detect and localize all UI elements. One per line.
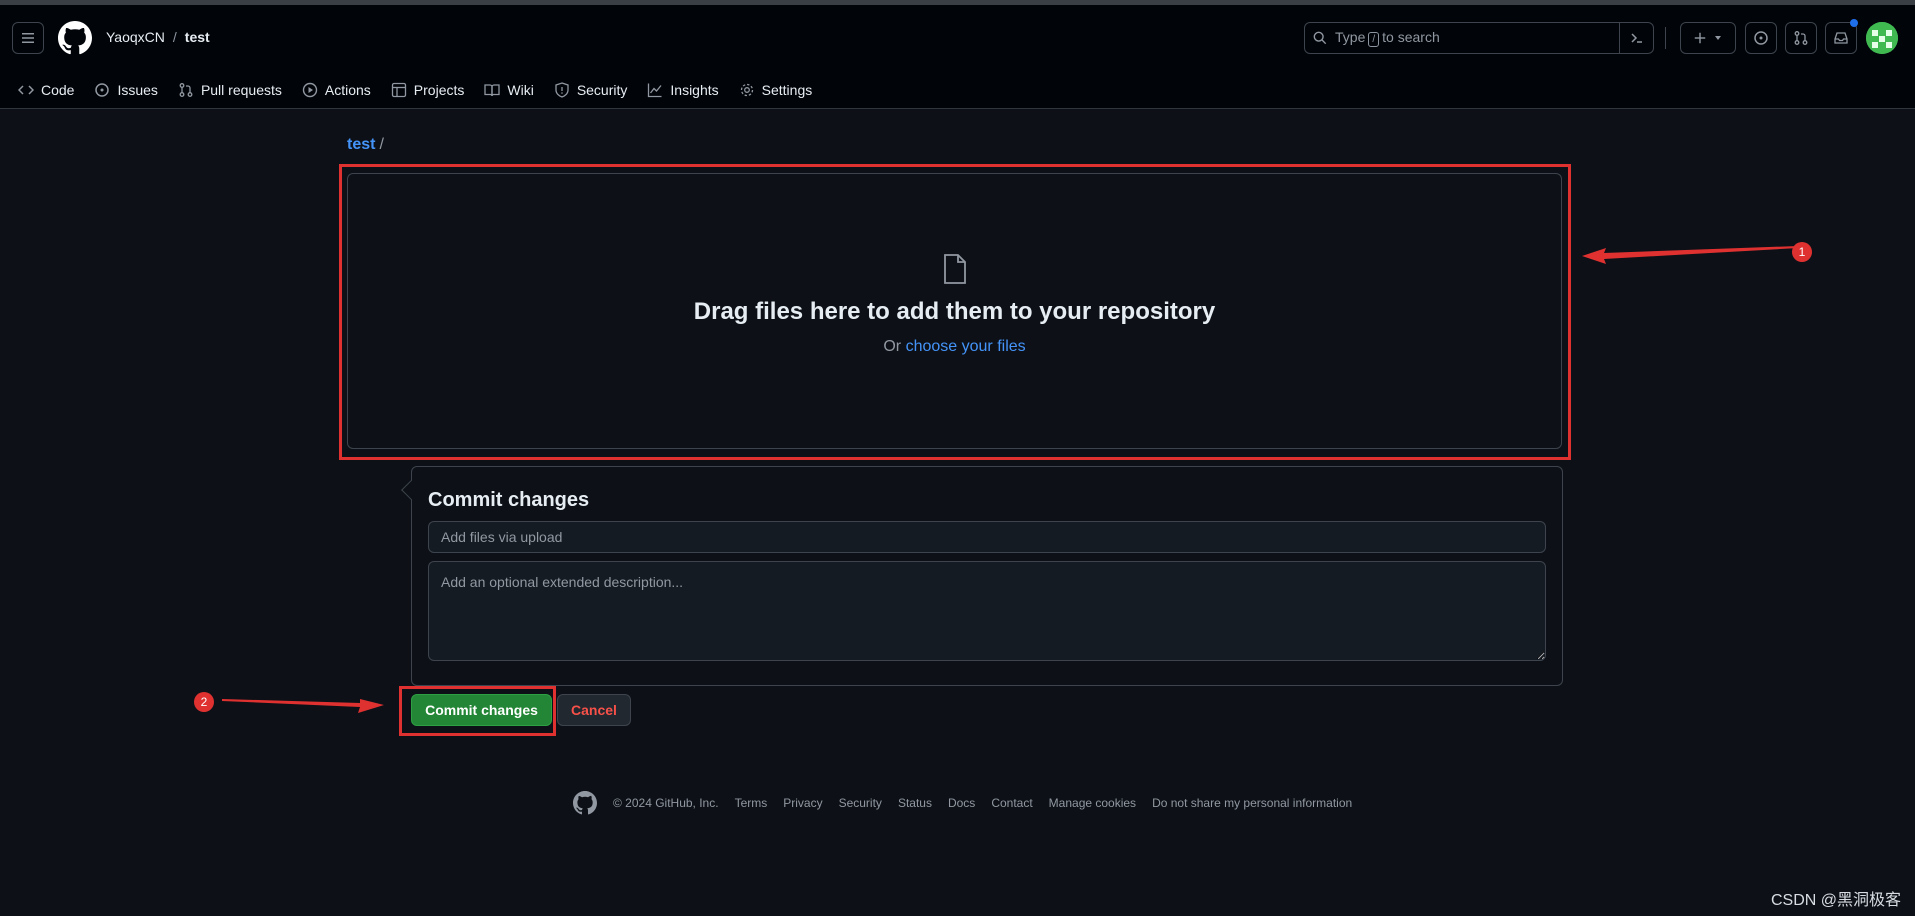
breadcrumb: test / xyxy=(347,136,384,154)
footer-copyright: © 2024 GitHub, Inc. xyxy=(613,796,719,810)
footer-link-docs[interactable]: Docs xyxy=(948,796,975,810)
hamburger-icon xyxy=(22,33,34,43)
search-icon xyxy=(1313,31,1327,45)
gear-icon xyxy=(740,83,753,97)
commit-panel: Commit changes xyxy=(401,466,1563,686)
tab-insights[interactable]: Insights xyxy=(637,75,728,105)
footer-links: Terms Privacy Security Status Docs Conta… xyxy=(735,796,1353,810)
avatar[interactable] xyxy=(1866,22,1898,54)
repo-nav: Code Issues Pull requests Actions Projec… xyxy=(16,75,822,105)
repo-link[interactable]: test xyxy=(185,29,210,45)
menu-button[interactable] xyxy=(12,22,44,54)
tab-wiki[interactable]: Wiki xyxy=(474,75,543,105)
issues-button[interactable] xyxy=(1745,22,1777,54)
inbox-icon xyxy=(1834,32,1848,44)
tab-label: Projects xyxy=(413,82,465,98)
book-icon xyxy=(484,84,501,97)
tab-label: Wiki xyxy=(507,82,534,98)
tab-actions[interactable]: Actions xyxy=(292,75,381,105)
github-logo-icon[interactable] xyxy=(58,21,92,55)
tab-label: Pull requests xyxy=(200,82,282,98)
commit-heading: Commit changes xyxy=(428,489,590,511)
tab-pull-requests[interactable]: Pull requests xyxy=(168,75,292,105)
tab-projects[interactable]: Projects xyxy=(381,75,475,105)
github-footer-logo-icon[interactable] xyxy=(573,791,597,815)
annotation-highlight-dropzone xyxy=(339,164,1571,460)
context-separator: / xyxy=(172,29,177,45)
tab-settings[interactable]: Settings xyxy=(729,75,823,105)
tab-code[interactable]: Code xyxy=(16,75,84,105)
annotation-highlight-commit-button xyxy=(399,686,556,736)
breadcrumb-separator: / xyxy=(379,136,384,153)
breadcrumb-repo-link[interactable]: test xyxy=(347,136,375,153)
plus-icon xyxy=(1694,32,1706,44)
cancel-button[interactable]: Cancel xyxy=(557,694,631,726)
create-new-button[interactable] xyxy=(1680,22,1736,54)
annotation-arrow-2 xyxy=(222,699,384,713)
search-input[interactable]: Type / to search xyxy=(1304,22,1654,54)
watermark: CSDN @黑洞极客 xyxy=(1770,892,1901,909)
footer-link-do-not-share[interactable]: Do not share my personal information xyxy=(1152,796,1352,810)
issue-circle-icon xyxy=(1754,31,1768,45)
pull-request-icon xyxy=(1794,31,1808,45)
pull-requests-button[interactable] xyxy=(1785,22,1817,54)
footer-link-manage-cookies[interactable]: Manage cookies xyxy=(1049,796,1136,810)
footer-link-security[interactable]: Security xyxy=(839,796,882,810)
annotation-badge-1: 1 xyxy=(1792,242,1812,262)
commit-summary-input[interactable] xyxy=(428,521,1546,553)
terminal-icon xyxy=(1630,33,1642,43)
commit-description-input[interactable] xyxy=(428,561,1546,661)
pull-request-icon xyxy=(179,83,193,97)
commit-panel-pointer xyxy=(401,480,421,500)
shield-icon xyxy=(555,82,569,98)
owner-link[interactable]: YaoqxCN xyxy=(106,29,165,45)
notification-dot xyxy=(1850,19,1858,27)
footer: © 2024 GitHub, Inc. Terms Privacy Securi… xyxy=(573,791,1352,815)
tab-issues[interactable]: Issues xyxy=(84,75,167,105)
header-divider xyxy=(1665,27,1666,49)
footer-link-terms[interactable]: Terms xyxy=(735,796,768,810)
annotation-arrow-1 xyxy=(1582,246,1798,264)
tab-label: Actions xyxy=(324,82,371,98)
tab-label: Code xyxy=(41,82,75,98)
table-icon xyxy=(391,82,406,98)
search-shortcut-key: / xyxy=(1368,32,1380,47)
tab-label: Insights xyxy=(670,82,719,98)
tab-label: Issues xyxy=(117,82,158,98)
tab-label: Security xyxy=(576,82,628,98)
annotation-badge-2: 2 xyxy=(194,692,214,712)
footer-link-status[interactable]: Status xyxy=(898,796,932,810)
issue-icon xyxy=(95,83,110,97)
global-header: YaoqxCN / test Type / to search Code Iss… xyxy=(0,5,1915,109)
code-icon xyxy=(18,85,34,95)
search-suffix: to search xyxy=(1382,29,1440,45)
tab-security[interactable]: Security xyxy=(544,75,638,105)
caret-down-icon xyxy=(1715,36,1721,40)
command-palette-button[interactable] xyxy=(1619,23,1653,53)
tab-label: Settings xyxy=(761,82,813,98)
repo-context: YaoqxCN / test xyxy=(106,29,210,45)
play-icon xyxy=(302,82,318,98)
search-prefix: Type xyxy=(1335,29,1366,45)
graph-icon xyxy=(648,83,662,98)
footer-link-contact[interactable]: Contact xyxy=(991,796,1032,810)
footer-link-privacy[interactable]: Privacy xyxy=(783,796,822,810)
